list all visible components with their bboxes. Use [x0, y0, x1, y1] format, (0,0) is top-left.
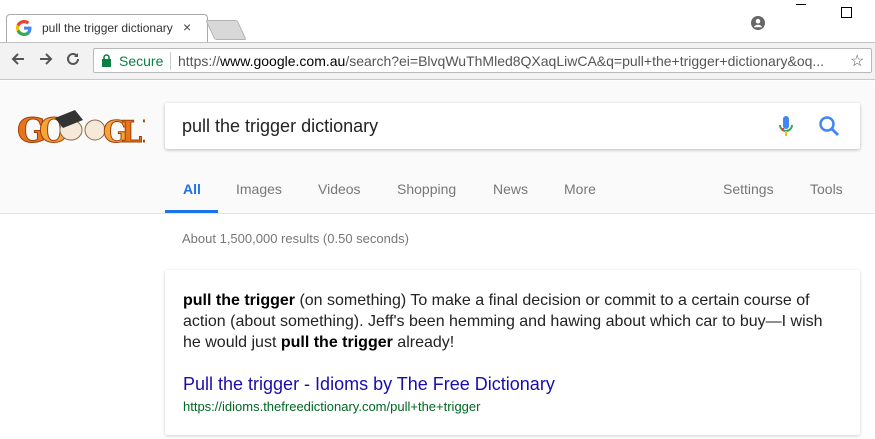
- maximize-icon[interactable]: [841, 7, 852, 18]
- search-icon[interactable]: [818, 115, 840, 137]
- result-title-link[interactable]: Pull the trigger - Idioms by The Free Di…: [183, 374, 555, 395]
- google-favicon-icon: [16, 20, 32, 36]
- close-tab-icon[interactable]: ×: [183, 19, 191, 35]
- google-doodle-logo[interactable]: G O G LE: [15, 104, 145, 152]
- definition-tail: already!: [392, 334, 455, 351]
- minimize-icon[interactable]: [796, 4, 806, 5]
- reload-icon[interactable]: [64, 50, 82, 68]
- tab-more[interactable]: More: [564, 181, 596, 197]
- tab-shopping[interactable]: Shopping: [397, 181, 456, 197]
- back-arrow-icon[interactable]: [9, 50, 27, 68]
- tab-tools[interactable]: Tools: [810, 181, 843, 197]
- profile-icon[interactable]: [751, 16, 765, 30]
- tab-images[interactable]: Images: [236, 181, 282, 197]
- tab-title: pull the trigger dictionary: [42, 21, 173, 35]
- omnibox-divider: [170, 52, 171, 70]
- url-text[interactable]: https://www.google.com.au/search?ei=Blvq…: [178, 53, 843, 69]
- bookmark-star-icon[interactable]: ☆: [850, 51, 864, 71]
- tab-news[interactable]: News: [493, 181, 528, 197]
- url-scheme: https://: [178, 53, 221, 69]
- tab-videos[interactable]: Videos: [318, 181, 361, 197]
- forward-arrow-icon[interactable]: [37, 50, 55, 68]
- tab-settings[interactable]: Settings: [723, 181, 774, 197]
- microphone-icon[interactable]: [776, 115, 796, 139]
- result-stats: About 1,500,000 results (0.50 seconds): [182, 231, 409, 246]
- secure-label: Secure: [119, 53, 164, 69]
- definition-text: pull the trigger (on something) To make …: [183, 290, 828, 353]
- search-query-input[interactable]: pull the trigger dictionary: [182, 116, 378, 137]
- active-tab-indicator: [165, 210, 218, 213]
- result-url: https://idioms.thefreedictionary.com/pul…: [183, 399, 481, 414]
- url-path: /search?ei=BlvqWuThMled8QXaqLiwCA&q=pull…: [345, 53, 825, 69]
- term-bold-2: pull the trigger: [280, 334, 393, 351]
- tab-all[interactable]: All: [183, 181, 201, 197]
- lock-icon[interactable]: [101, 54, 112, 67]
- term-bold: pull the trigger: [183, 292, 295, 309]
- url-host: www.google.com.au: [220, 53, 346, 69]
- svg-text:LE: LE: [121, 115, 145, 150]
